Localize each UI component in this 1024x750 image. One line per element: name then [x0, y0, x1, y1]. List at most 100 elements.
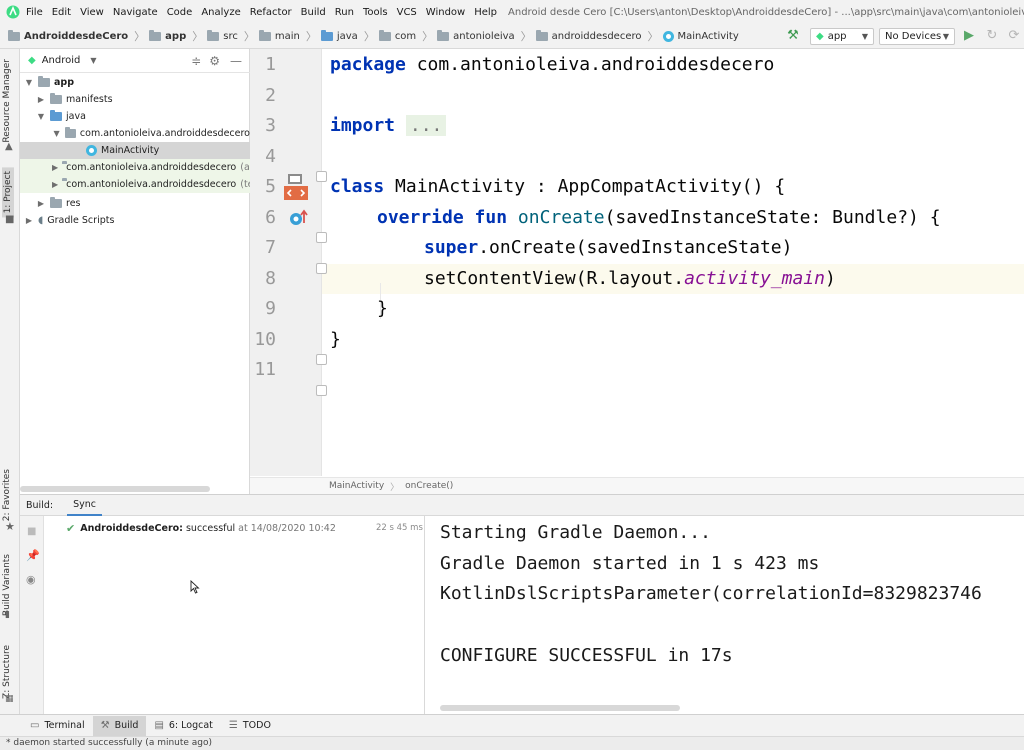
android-layout-gutter-icon[interactable]: [284, 174, 308, 203]
tree-item-res[interactable]: ▶ res: [20, 195, 250, 212]
structure-tab[interactable]: Z: Structure: [2, 645, 12, 699]
console-line: Gradle Daemon started in 1 s 423 ms: [440, 553, 820, 574]
console-horizontal-scrollbar[interactable]: [440, 705, 680, 711]
breadcrumb-com[interactable]: com 〉: [378, 28, 433, 44]
breadcrumb-app[interactable]: app 〉: [149, 28, 203, 44]
project-icon: ■: [5, 214, 15, 225]
project-view-selector[interactable]: Android: [42, 55, 81, 66]
project-panel: ◆ Android ▼ ≑ ⚙ — ▼ app ▶ manifests ▼ ja…: [20, 49, 250, 494]
breadcrumb-mainactivity[interactable]: MainActivity: [662, 30, 739, 42]
stop-icon[interactable]: ■: [27, 526, 36, 537]
gradle-elephant-icon: ◖: [38, 215, 44, 226]
collapsed-arrow-icon[interactable]: ▶: [24, 216, 34, 225]
build-console[interactable]: Starting Gradle Daemon... Gradle Daemon …: [425, 516, 1024, 714]
breadcrumb-main[interactable]: main 〉: [258, 28, 317, 44]
expanded-arrow-icon[interactable]: ▼: [52, 129, 61, 138]
logcat-tool-button[interactable]: ▤ 6: Logcat: [146, 716, 220, 736]
menu-tools[interactable]: Tools: [363, 7, 388, 18]
line-number: 4: [265, 146, 276, 167]
menu-refactor[interactable]: Refactor: [250, 7, 292, 18]
apply-code-changes-icon[interactable]: ⟳: [1006, 28, 1022, 44]
breadcrumb-project[interactable]: AndroiddesdeCero 〉: [8, 28, 145, 44]
collapsed-arrow-icon[interactable]: ▶: [36, 199, 46, 208]
menu-run[interactable]: Run: [335, 7, 354, 18]
run-config-select[interactable]: ◆ app ▼: [810, 28, 874, 45]
device-select[interactable]: No Devices ▼: [879, 28, 955, 45]
fold-toggle-icon[interactable]: [316, 354, 327, 365]
breadcrumb-src[interactable]: src 〉: [207, 28, 255, 44]
todo-tool-button[interactable]: ☰ TODO: [221, 716, 279, 736]
tree-item-app[interactable]: ▼ app: [20, 74, 250, 91]
star-icon: ★: [5, 520, 15, 533]
fold-toggle-icon[interactable]: [316, 263, 327, 274]
code-editor[interactable]: 1 2 3 4 5 6 7 8 9 10 11 package com.anto…: [250, 49, 1024, 494]
code-line-10: }: [377, 298, 388, 319]
build-result-row[interactable]: ✔ AndroiddesdeCero: successful at 14/08/…: [66, 522, 336, 535]
chevron-down-icon[interactable]: ▼: [90, 56, 96, 65]
gear-icon[interactable]: ⚙: [209, 54, 220, 68]
menu-analyze[interactable]: Analyze: [201, 7, 240, 18]
apply-changes-icon[interactable]: ↻: [984, 28, 1000, 44]
collapsed-arrow-icon[interactable]: ▶: [52, 180, 58, 189]
favorites-tab[interactable]: 2: Favorites: [2, 469, 12, 521]
folder-icon: [258, 29, 271, 41]
editor-breadcrumb-method[interactable]: onCreate(): [405, 481, 453, 491]
menu-edit[interactable]: Edit: [52, 7, 71, 18]
folded-imports[interactable]: ...: [405, 115, 447, 136]
tree-item-main-package[interactable]: ▼ com.antonioleiva.androiddesdecero: [20, 125, 250, 142]
build-tool-button[interactable]: ⚒ Build: [92, 715, 147, 736]
expanded-arrow-icon[interactable]: ▼: [36, 112, 46, 121]
resource-manager-icon: ▲: [5, 141, 13, 152]
breadcrumb-androiddesdecero[interactable]: androiddesdecero 〉: [535, 28, 659, 44]
pin-icon[interactable]: 📌: [26, 549, 40, 562]
line-number: 10: [254, 329, 276, 350]
collapsed-arrow-icon[interactable]: ▶: [52, 163, 58, 172]
project-horizontal-scrollbar[interactable]: [20, 486, 210, 492]
console-line: Starting Gradle Daemon...: [440, 522, 711, 543]
terminal-icon: ▭: [30, 720, 40, 731]
build-variants-tab[interactable]: Build Variants: [2, 554, 12, 616]
hammer-icon[interactable]: ⚒: [785, 28, 801, 44]
tree-item-mainactivity[interactable]: MainActivity: [20, 142, 250, 159]
collapsed-arrow-icon[interactable]: ▶: [36, 95, 46, 104]
menu-file[interactable]: File: [26, 7, 43, 18]
run-icon[interactable]: ▶: [961, 28, 977, 44]
source-folder-icon: [50, 110, 62, 121]
fold-toggle-icon[interactable]: [316, 171, 327, 182]
tree-item-java[interactable]: ▼ java: [20, 108, 250, 125]
logcat-icon: ▤: [154, 720, 164, 731]
minimize-icon[interactable]: —: [230, 54, 242, 68]
tab-sync[interactable]: Sync: [67, 495, 102, 516]
source-folder-icon: [320, 29, 333, 41]
breadcrumb-antonioleiva[interactable]: antonioleiva 〉: [437, 28, 532, 44]
override-gutter-icon[interactable]: [288, 209, 308, 230]
menu-window[interactable]: Window: [426, 7, 465, 18]
bottom-tool-window-bar: ▭ Terminal ⚒ Build ▤ 6: Logcat ☰ TODO: [0, 714, 1024, 736]
eye-icon[interactable]: ◉: [26, 573, 36, 586]
resource-manager-tab[interactable]: Resource Manager: [2, 59, 12, 143]
tree-item-manifests[interactable]: ▶ manifests: [20, 91, 250, 108]
fold-toggle-icon[interactable]: [316, 385, 327, 396]
terminal-tool-button[interactable]: ▭ Terminal: [22, 716, 93, 736]
menu-code[interactable]: Code: [167, 7, 193, 18]
menu-help[interactable]: Help: [474, 7, 497, 18]
code-line-11: }: [330, 329, 341, 350]
menu-vcs[interactable]: VCS: [397, 7, 417, 18]
folder-icon: [207, 29, 220, 41]
project-tab[interactable]: 1: Project: [2, 167, 14, 218]
menu-view[interactable]: View: [80, 7, 104, 18]
fold-toggle-icon[interactable]: [316, 232, 327, 243]
resource-folder-icon: [50, 197, 62, 208]
expanded-arrow-icon[interactable]: ▼: [24, 78, 34, 87]
window-title: Android desde Cero [C:\Users\anton\Deskt…: [508, 6, 1024, 18]
structure-icon: ▦: [5, 694, 14, 704]
tree-item-android-test-package[interactable]: ▶ com.antonioleiva.androiddesdecero (ar: [20, 159, 250, 176]
tree-item-test-package[interactable]: ▶ com.antonioleiva.androiddesdecero (te: [20, 176, 250, 193]
status-message[interactable]: * daemon started successfully (a minute …: [6, 738, 212, 748]
breadcrumb-java[interactable]: java 〉: [320, 28, 375, 44]
collapse-all-icon[interactable]: ≑: [191, 54, 201, 68]
menu-navigate[interactable]: Navigate: [113, 7, 158, 18]
tree-item-gradle-scripts[interactable]: ▶ ◖ Gradle Scripts: [20, 212, 250, 229]
menu-build[interactable]: Build: [301, 7, 326, 18]
editor-breadcrumb-class[interactable]: MainActivity: [329, 481, 384, 491]
